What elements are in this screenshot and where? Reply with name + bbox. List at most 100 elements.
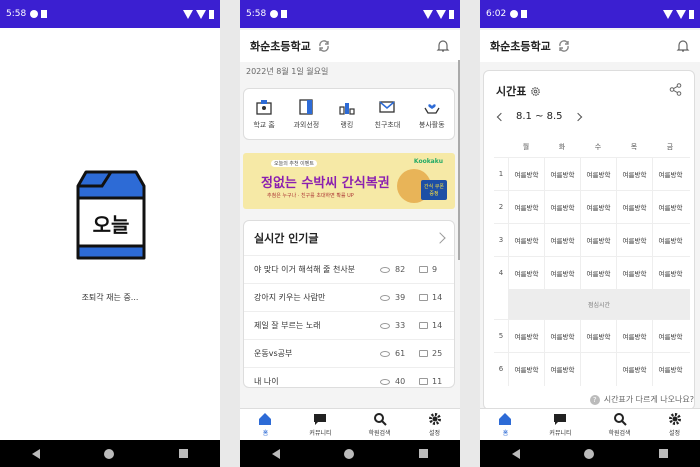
- menu-item-tutoring[interactable]: 과외선정: [293, 98, 319, 130]
- timetable-help-link[interactable]: ? 시간표가 다르게 나오나요?: [589, 394, 694, 405]
- class-cell[interactable]: 여름방학: [544, 223, 580, 257]
- class-cell[interactable]: 여름방학: [580, 223, 616, 257]
- status-bar: 6:02: [480, 0, 700, 28]
- class-cell[interactable]: 여름방학: [508, 352, 544, 386]
- class-cell[interactable]: 여름방학: [616, 157, 652, 191]
- class-cell[interactable]: 여름방학: [616, 319, 652, 353]
- menu-label: 학교 홈: [253, 121, 275, 129]
- event-banner[interactable]: 오늘의 추천 이벤트 정없는 수박씨 간식복권 추첨은 누구나 · 친구를 초대…: [243, 153, 455, 209]
- class-cell[interactable]: 여름방학: [616, 190, 652, 224]
- menu-item-invite[interactable]: 친구초대: [375, 98, 400, 130]
- home-circle-icon[interactable]: [104, 448, 115, 459]
- menu-label: 봉사활동: [418, 121, 445, 129]
- class-cell[interactable]: 여름방학: [544, 256, 580, 290]
- chevron-right-icon[interactable]: [573, 112, 582, 121]
- tab-label: 학원검색: [608, 430, 631, 437]
- menu-label: 과외선정: [293, 121, 320, 129]
- week-selector: 8.1 ~ 8.5: [496, 111, 582, 122]
- splash-screen: 5:58 오늘 조퇴각 재는 중...: [0, 0, 220, 467]
- mail-icon: [379, 101, 396, 113]
- post-row[interactable]: 제일 잘 부르는 노래 33 14: [244, 311, 454, 339]
- recents-icon[interactable]: [178, 449, 188, 458]
- tab-academy-search[interactable]: 학원검색: [608, 412, 631, 437]
- tab-label: 학원검색: [368, 430, 391, 437]
- home-circle-icon[interactable]: [344, 448, 355, 459]
- status-time: 5:58: [6, 9, 27, 19]
- class-cell[interactable]: 여름방학: [544, 319, 580, 353]
- class-cell[interactable]: 여름방학: [580, 157, 616, 191]
- tab-home[interactable]: 홈: [498, 412, 512, 437]
- signal-icon: [436, 9, 446, 19]
- system-nav-bar: [480, 440, 700, 467]
- class-cell[interactable]: 여름방학: [580, 319, 616, 353]
- popular-header[interactable]: 실시간 인기글: [244, 221, 454, 255]
- class-cell[interactable]: 여름방학: [544, 157, 580, 191]
- battery-icon: [449, 9, 454, 19]
- class-cell[interactable]: 여름방학: [508, 157, 544, 191]
- comment-count: 25: [432, 349, 443, 358]
- recents-icon[interactable]: [658, 449, 668, 458]
- tab-label: 설정: [668, 430, 681, 437]
- class-cell[interactable]: 여름방학: [580, 256, 616, 290]
- class-cell[interactable]: 여름방학: [508, 223, 544, 257]
- home-icon: [259, 413, 272, 425]
- back-icon[interactable]: [512, 448, 521, 459]
- system-nav-bar: [240, 440, 460, 467]
- class-cell[interactable]: [580, 352, 616, 386]
- class-cell[interactable]: 여름방학: [544, 190, 580, 224]
- tab-settings[interactable]: 설정: [668, 412, 682, 437]
- bell-icon[interactable]: [676, 39, 690, 53]
- menu-item-ranking[interactable]: 랭킹: [338, 98, 356, 130]
- home-circle-icon[interactable]: [584, 448, 595, 459]
- sync-icon[interactable]: [317, 39, 331, 53]
- class-cell[interactable]: 여름방학: [652, 319, 688, 353]
- class-cell[interactable]: 여름방학: [652, 223, 688, 257]
- sim-icon: [521, 10, 528, 18]
- help-text: 시간표가 다르게 나오나요?: [603, 395, 694, 404]
- bell-icon[interactable]: [436, 39, 450, 53]
- tab-community[interactable]: 커뮤니티: [309, 412, 332, 437]
- recents-icon[interactable]: [418, 449, 428, 458]
- back-icon[interactable]: [272, 448, 281, 459]
- lunch-break-row: 점심시간: [508, 289, 690, 319]
- menu-item-volunteer[interactable]: 봉사활동: [419, 98, 445, 130]
- class-cell[interactable]: 여름방학: [652, 157, 688, 191]
- post-row[interactable]: 운동vs공부 61 25: [244, 339, 454, 367]
- question-icon: ?: [589, 394, 600, 405]
- comment-icon: [419, 350, 428, 357]
- gear-icon[interactable]: [530, 86, 541, 97]
- class-cell[interactable]: 여름방학: [544, 352, 580, 386]
- menu-item-school-home[interactable]: 학교 홈: [253, 98, 275, 130]
- tab-home[interactable]: 홈: [258, 412, 272, 437]
- class-cell[interactable]: 여름방학: [508, 319, 544, 353]
- view-count: 39: [395, 293, 406, 302]
- post-title: 강아지 키우는 사람만: [254, 293, 326, 302]
- post-row[interactable]: 내 나이 40 11: [244, 367, 454, 387]
- sync-icon[interactable]: [557, 39, 571, 53]
- post-row[interactable]: 강아지 키우는 사람만 39 14: [244, 283, 454, 311]
- view-count: 40: [395, 377, 406, 386]
- class-cell[interactable]: 여름방학: [616, 223, 652, 257]
- sim-icon: [281, 10, 288, 18]
- class-cell[interactable]: 여름방학: [616, 352, 652, 386]
- tab-settings[interactable]: 설정: [428, 412, 442, 437]
- class-cell[interactable]: 여름방학: [580, 190, 616, 224]
- class-cell[interactable]: 여름방학: [652, 352, 688, 386]
- post-row[interactable]: 야 맞다 이거 해석해 줄 천사분 82 9: [244, 255, 454, 283]
- class-cell[interactable]: 여름방학: [616, 256, 652, 290]
- tab-label: 홈: [502, 430, 509, 437]
- scrollbar[interactable]: [458, 60, 460, 260]
- class-cell[interactable]: 여름방학: [652, 190, 688, 224]
- signal-icon: [196, 9, 206, 19]
- chevron-left-icon[interactable]: [496, 112, 506, 121]
- comment-icon: [419, 322, 428, 329]
- tab-community[interactable]: 커뮤니티: [549, 412, 572, 437]
- class-cell[interactable]: 여름방학: [508, 256, 544, 290]
- back-icon[interactable]: [32, 448, 41, 459]
- volunteer-hands-icon: [424, 104, 440, 114]
- class-cell[interactable]: 여름방학: [508, 190, 544, 224]
- tab-academy-search[interactable]: 학원검색: [368, 412, 391, 437]
- school-title: 화순초등학교: [490, 40, 551, 53]
- share-icon[interactable]: [669, 83, 682, 96]
- class-cell[interactable]: 여름방학: [652, 256, 688, 290]
